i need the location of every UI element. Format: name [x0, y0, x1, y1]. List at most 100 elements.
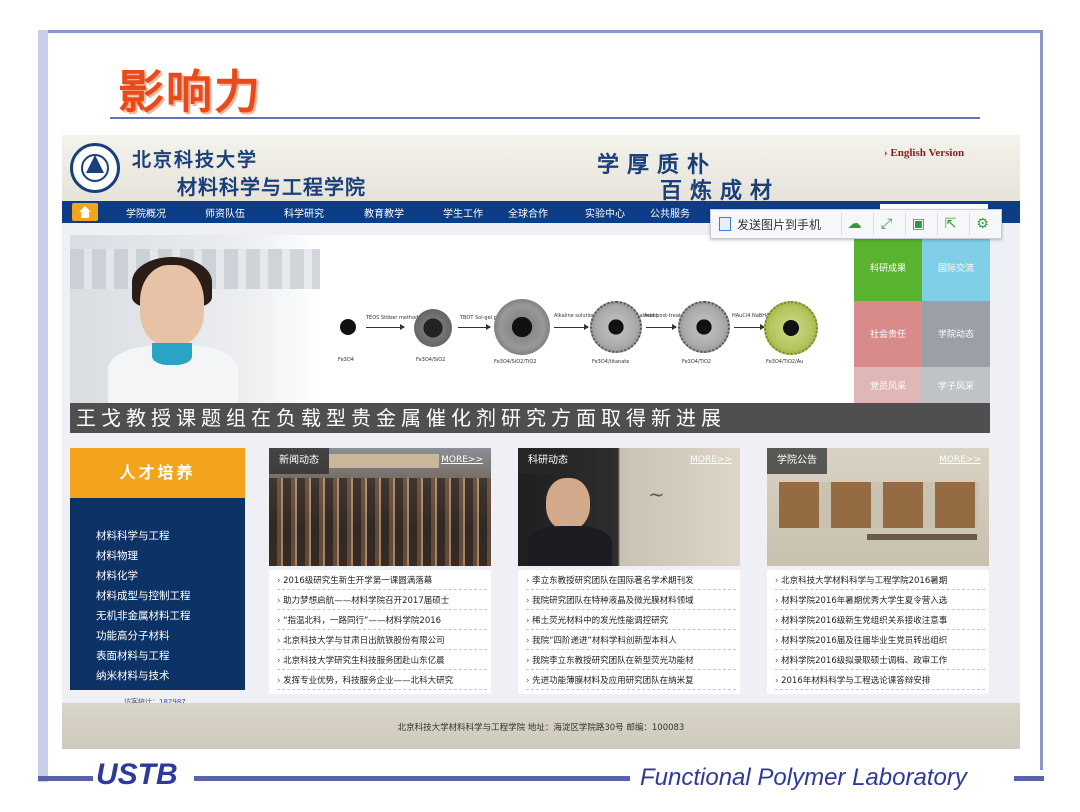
university-logo[interactable]	[70, 143, 120, 193]
fe3o4-titanate-particle	[590, 301, 642, 353]
english-version-link[interactable]: › English Version	[884, 147, 964, 159]
schematic-label: Fe3O4/SiO2	[416, 357, 446, 363]
news-list: 2016级研究生新生开学第一课圆满落幕 助力梦想启航——材料学院召开2017届硕…	[269, 570, 491, 694]
researcher-suit	[528, 526, 612, 566]
schematic-label: Fe3O4	[338, 357, 354, 363]
program-link[interactable]: 表面材料与工程	[96, 648, 170, 663]
screenshot-toolbar: 发送图片到手机 ☁ ⤢ ▣ ⇱ ⚙	[710, 209, 1002, 239]
news-item[interactable]: 北京科技大学研究生科技服务团赴山东亿晨	[277, 654, 487, 670]
research-item[interactable]: 李立东教授研究团队在国际著名学术期刊发	[526, 574, 736, 590]
nav-item[interactable]: 全球合作	[508, 205, 548, 220]
tile-international-exchange[interactable]: 国际交流	[922, 235, 990, 301]
send-to-phone-label: 发送图片到手机	[737, 218, 822, 232]
calligraphy-backdrop: ~	[648, 482, 665, 506]
professor-photo	[70, 235, 320, 405]
announcement-item[interactable]: 材料学院2016届及往届毕业生党员转出组织	[775, 634, 985, 650]
send-to-phone-button[interactable]: 发送图片到手机	[719, 216, 821, 233]
research-item[interactable]: 我院研究团队在特种液晶及微光膜材料领域	[526, 594, 736, 610]
site-header: 北京科技大学 材料科学与工程学院 学厚质朴 百炼成材 › English Ver…	[62, 135, 1020, 204]
website-screenshot: 北京科技大学 材料科学与工程学院 学厚质朴 百炼成材 › English Ver…	[62, 135, 1020, 749]
program-link[interactable]: 材料成型与控制工程	[96, 588, 191, 603]
nav-item[interactable]: 学院概况	[126, 205, 166, 220]
program-link[interactable]: 材料科学与工程	[96, 528, 170, 543]
tile-label: 学院动态	[937, 330, 974, 340]
tile-party-members[interactable]: 党员风采	[854, 367, 922, 403]
cloud-icon[interactable]: ☁	[841, 213, 867, 235]
tile-student-style[interactable]: 学子风采	[922, 367, 990, 403]
tile-label: 社会责任	[869, 330, 906, 340]
fe3o4-tio2-particle	[678, 301, 730, 353]
news-item[interactable]: 发挥专业优势，科技服务企业——北科大研究	[277, 674, 487, 690]
school-name: 材料科学与工程学院	[177, 175, 366, 199]
research-item[interactable]: 我院“四阶递进”材料学科创新型本科人	[526, 634, 736, 650]
home-button[interactable]	[72, 203, 98, 221]
slide-footer-ustb: USTB	[96, 758, 178, 791]
news-more-link[interactable]: MORE>>	[441, 455, 483, 465]
news-item[interactable]: 2016级研究生新生开学第一课圆满落幕	[277, 574, 487, 590]
nav-item[interactable]: 实验中心	[585, 205, 625, 220]
tile-school-news[interactable]: 学院动态	[922, 301, 990, 367]
site-footer-text: 北京科技大学材料科学与工程学院 地址：海淀区学院路30号 邮编：100083	[397, 723, 685, 733]
news-item[interactable]: 北京科技大学与甘肃日出航铁股份有限公司	[277, 634, 487, 650]
announcement-more-link[interactable]: MORE>>	[939, 455, 981, 465]
announcement-item[interactable]: 材料学院2016级拟录取硕士调档、政审工作	[775, 654, 985, 670]
news-item[interactable]: 助力梦想启航——材料学院召开2017届硕士	[277, 594, 487, 610]
tile-social-responsibility[interactable]: 社会责任	[854, 301, 922, 367]
research-more-link[interactable]: MORE>>	[690, 455, 732, 465]
announcement-list: 北京科技大学材料科学与工程学院2016暑期 材料学院2016年暑期优秀大学生夏令…	[767, 570, 989, 694]
talent-training-panel: 人才培养 材料科学与工程 材料物理 材料化学 材料成型与控制工程 无机非金属材料…	[70, 448, 245, 690]
news-column: 新闻动态 MORE>> 2016级研究生新生开学第一课圆满落幕 助力梦想启航——…	[269, 448, 491, 694]
arrow-icon	[646, 324, 677, 330]
fe3o4-sio2-tio2-particle	[494, 299, 550, 355]
tile-label: 党员风采	[869, 382, 906, 392]
announcements-column: 学院公告 MORE>> 北京科技大学材料科学与工程学院2016暑期 材料学院20…	[767, 448, 989, 694]
crowd-image	[269, 478, 491, 566]
english-version-label: English Version	[890, 147, 965, 159]
schematic-label: Fe3O4/TiO2	[682, 359, 712, 365]
research-item[interactable]: 我院李立东教授研究团队在新型荧光功能材	[526, 654, 736, 670]
plaque-characters	[779, 482, 979, 528]
slide-frame-right	[1040, 30, 1043, 770]
tile-label: 科研成果	[869, 264, 906, 274]
nav-item[interactable]: 师资队伍	[205, 205, 245, 220]
announcement-item[interactable]: 材料学院2016年暑期优秀大学生夏令营入选	[775, 594, 985, 610]
announcement-item[interactable]: 北京科技大学材料科学与工程学院2016暑期	[775, 574, 985, 590]
program-link[interactable]: 材料化学	[96, 568, 138, 583]
research-column: ~ 科研动态 MORE>> 李立东教授研究团队在国际著名学术期刊发 我院研究团队…	[518, 448, 740, 694]
arrow-icon	[366, 324, 405, 330]
slide-title: 影响力	[118, 65, 262, 119]
tile-research-results[interactable]: 科研成果	[854, 235, 922, 301]
nav-item[interactable]: 教育教学	[364, 205, 404, 220]
research-label: 科研动态	[518, 448, 578, 474]
schematic-label: Fe3O4/titanate	[592, 359, 630, 365]
person-face	[140, 265, 204, 345]
fe3o4-sio2-particle	[414, 309, 452, 347]
news-item[interactable]: “指温北科，一路同行”——材料学院2016	[277, 614, 487, 630]
research-item[interactable]: 先进功能薄膜材料及应用研究团队在纳米复	[526, 674, 736, 690]
slide-frame-bottom	[38, 776, 93, 781]
announcement-item[interactable]: 2016年材料科学与工程选论课答辩安排	[775, 674, 985, 690]
program-link[interactable]: 材料物理	[96, 548, 138, 563]
program-link[interactable]: 功能高分子材料	[96, 628, 170, 643]
banner-caption[interactable]: 王戈教授课题组在负载型贵金属催化剂研究方面取得新进展	[70, 403, 990, 433]
hero-banner[interactable]: Fe3O4 TEOS Stöber method Fe3O4/SiO2 TBOT…	[70, 235, 990, 433]
researcher-face	[546, 478, 590, 530]
gate-sign	[329, 454, 439, 468]
announcement-item[interactable]: 材料学院2016级新生党组织关系接收注意事	[775, 614, 985, 630]
schematic-label: Fe3O4/SiO2/TiO2	[494, 359, 537, 365]
settings-icon[interactable]: ⚙	[969, 213, 995, 235]
nav-item[interactable]: 学生工作	[443, 205, 483, 220]
fullscreen-icon[interactable]: ⤢	[873, 213, 899, 235]
program-link[interactable]: 无机非金属材料工程	[96, 608, 191, 623]
home-icon-base	[81, 212, 89, 218]
program-link[interactable]: 纳米材料与技术	[96, 668, 170, 683]
save-icon[interactable]: ▣	[905, 213, 931, 235]
research-item[interactable]: 稀土荧光材料中的发光性能调控研究	[526, 614, 736, 630]
share-icon[interactable]: ⇱	[937, 213, 963, 235]
schematic-label: Fe3O4/TiO2/Au	[766, 359, 804, 365]
plaque-inscription	[867, 534, 977, 540]
nav-item[interactable]: 公共服务	[650, 205, 690, 220]
slide-frame-bottom	[1014, 776, 1044, 781]
arrow-icon	[458, 324, 491, 330]
nav-item[interactable]: 科学研究	[284, 205, 324, 220]
